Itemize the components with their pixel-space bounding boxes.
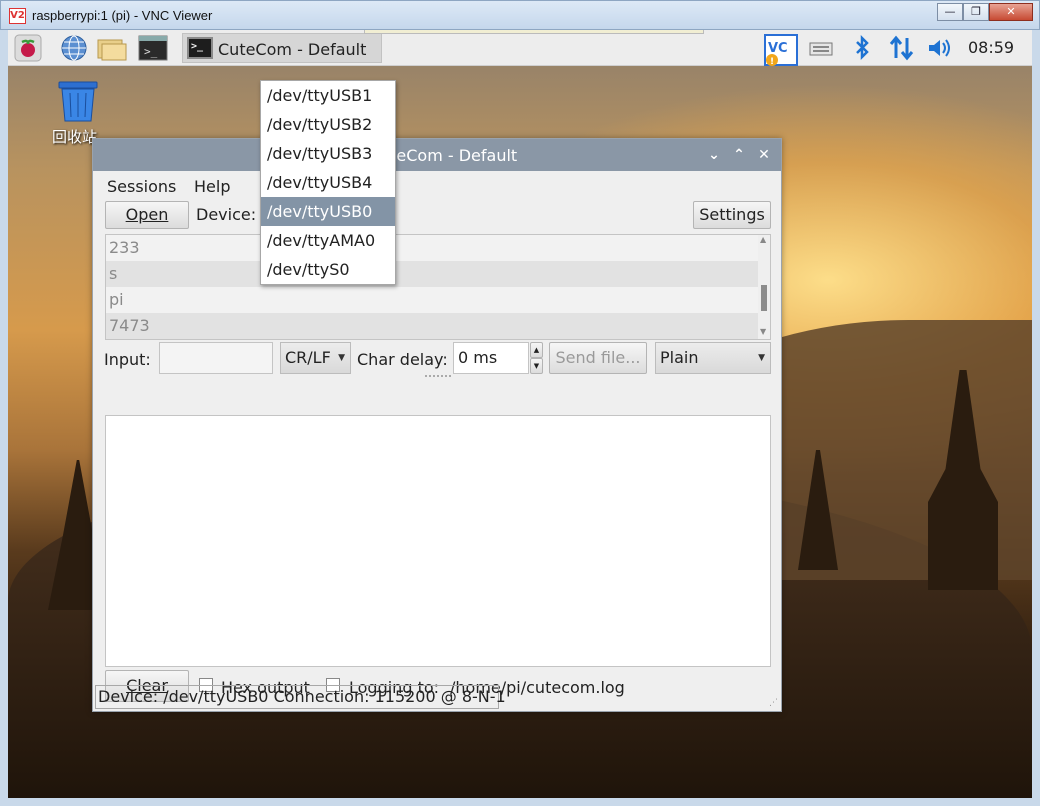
desktop: >_ >_ CuteCom - Default VC! 08:59 回收站 Cu… bbox=[8, 30, 1032, 798]
scroll-down-icon[interactable]: ▼ bbox=[760, 327, 766, 336]
device-option[interactable]: /dev/ttyUSB1 bbox=[261, 81, 395, 110]
svg-text:!: ! bbox=[770, 57, 774, 67]
vnc-title-bar: V2 raspberrypi:1 (pi) - VNC Viewer — ❐ ✕ bbox=[0, 0, 1040, 30]
output-text-area[interactable] bbox=[105, 415, 771, 667]
trash-icon[interactable] bbox=[56, 80, 100, 122]
dropdown-arrow-icon: ▼ bbox=[758, 353, 765, 363]
resize-grip-icon[interactable]: ⋰ bbox=[769, 698, 778, 708]
terminal-icon[interactable]: >_ bbox=[138, 34, 168, 62]
input-field[interactable] bbox=[159, 342, 273, 374]
history-item[interactable]: 7473 bbox=[106, 313, 758, 339]
cutecom-title-bar[interactable]: CuteCom - Default ⌄ ⌃ ✕ bbox=[93, 139, 781, 171]
taskbar-item-label: CuteCom - Default bbox=[218, 40, 367, 59]
clock: 08:59 bbox=[968, 38, 1015, 57]
keyboard-icon[interactable] bbox=[808, 34, 836, 62]
taskbar-panel: >_ >_ CuteCom - Default VC! 08:59 bbox=[8, 30, 1032, 67]
web-browser-icon[interactable] bbox=[60, 34, 88, 62]
status-bar: Device: /dev/ttyUSB0 Connection: 115200 … bbox=[95, 685, 506, 709]
history-item[interactable]: 233 bbox=[106, 235, 758, 261]
minimize-button[interactable]: — bbox=[937, 3, 963, 21]
device-option-selected[interactable]: /dev/ttyUSB0 bbox=[261, 197, 395, 226]
device-option[interactable]: /dev/ttyUSB2 bbox=[261, 110, 395, 139]
spin-down-icon[interactable]: ▼ bbox=[530, 358, 543, 374]
scroll-up-icon[interactable]: ▲ bbox=[760, 235, 766, 244]
trash-label: 回收站 bbox=[52, 128, 98, 146]
scrollbar-thumb[interactable] bbox=[761, 285, 767, 311]
open-button[interactable]: Open bbox=[105, 201, 189, 229]
chevron-down-icon[interactable]: ⌄ bbox=[705, 146, 723, 164]
vnc-server-icon[interactable]: VC! bbox=[764, 34, 798, 67]
line-end-value: CR/LF bbox=[285, 348, 331, 367]
device-label: Device: bbox=[196, 205, 257, 224]
line-end-select[interactable]: CR/LF ▼ bbox=[280, 342, 351, 374]
device-option[interactable]: /dev/ttyUSB3 bbox=[261, 139, 395, 168]
bluetooth-icon[interactable] bbox=[850, 34, 878, 62]
volume-icon[interactable] bbox=[926, 34, 954, 62]
char-delay-field[interactable]: 0 ms bbox=[453, 342, 529, 374]
close-icon[interactable]: ✕ bbox=[755, 146, 773, 164]
device-option[interactable]: /dev/ttyAMA0 bbox=[261, 226, 395, 255]
history-scrollbar[interactable]: ▲ ▼ bbox=[758, 235, 770, 339]
menu-bar: Sessions Help bbox=[93, 171, 781, 201]
svg-text:VC: VC bbox=[768, 41, 788, 56]
svg-text:>_: >_ bbox=[144, 45, 158, 58]
dropdown-arrow-icon: ▼ bbox=[338, 353, 345, 363]
settings-button[interactable]: Settings bbox=[693, 201, 771, 229]
menu-sessions[interactable]: Sessions bbox=[107, 177, 176, 196]
send-file-button[interactable]: Send file... bbox=[549, 342, 647, 374]
char-delay-label: Char delay: bbox=[357, 350, 448, 369]
terminal-icon: >_ bbox=[187, 37, 213, 59]
spin-up-icon[interactable]: ▲ bbox=[530, 342, 543, 358]
window-strip bbox=[364, 30, 704, 34]
format-select[interactable]: Plain ▼ bbox=[655, 342, 771, 374]
menu-help[interactable]: Help bbox=[194, 177, 230, 196]
splitter-handle[interactable] bbox=[425, 375, 451, 378]
history-item[interactable]: s bbox=[106, 261, 758, 287]
vnc-window-title: raspberrypi:1 (pi) - VNC Viewer bbox=[32, 8, 213, 23]
chevron-up-icon[interactable]: ⌃ bbox=[730, 146, 748, 164]
taskbar-item-cutecom[interactable]: >_ CuteCom - Default bbox=[182, 33, 382, 63]
command-history-list[interactable]: 233 s pi 7473 ▲ ▼ bbox=[105, 234, 771, 340]
vnc-app-icon: V2 bbox=[9, 8, 26, 24]
file-manager-icon[interactable] bbox=[96, 34, 127, 62]
input-label: Input: bbox=[104, 350, 151, 369]
history-item[interactable]: pi bbox=[106, 287, 758, 313]
format-value: Plain bbox=[660, 348, 699, 367]
device-dropdown[interactable]: /dev/ttyUSB1 /dev/ttyUSB2 /dev/ttyUSB3 /… bbox=[260, 80, 396, 285]
device-option[interactable]: /dev/ttyUSB4 bbox=[261, 168, 395, 197]
close-button[interactable]: ✕ bbox=[989, 3, 1033, 21]
cutecom-window: CuteCom - Default ⌄ ⌃ ✕ Sessions Help Op… bbox=[92, 80, 782, 712]
network-icon[interactable] bbox=[888, 34, 916, 62]
restore-button[interactable]: ❐ bbox=[963, 3, 989, 21]
device-option[interactable]: /dev/ttyS0 bbox=[261, 255, 395, 284]
raspberry-menu-icon[interactable] bbox=[14, 34, 42, 62]
